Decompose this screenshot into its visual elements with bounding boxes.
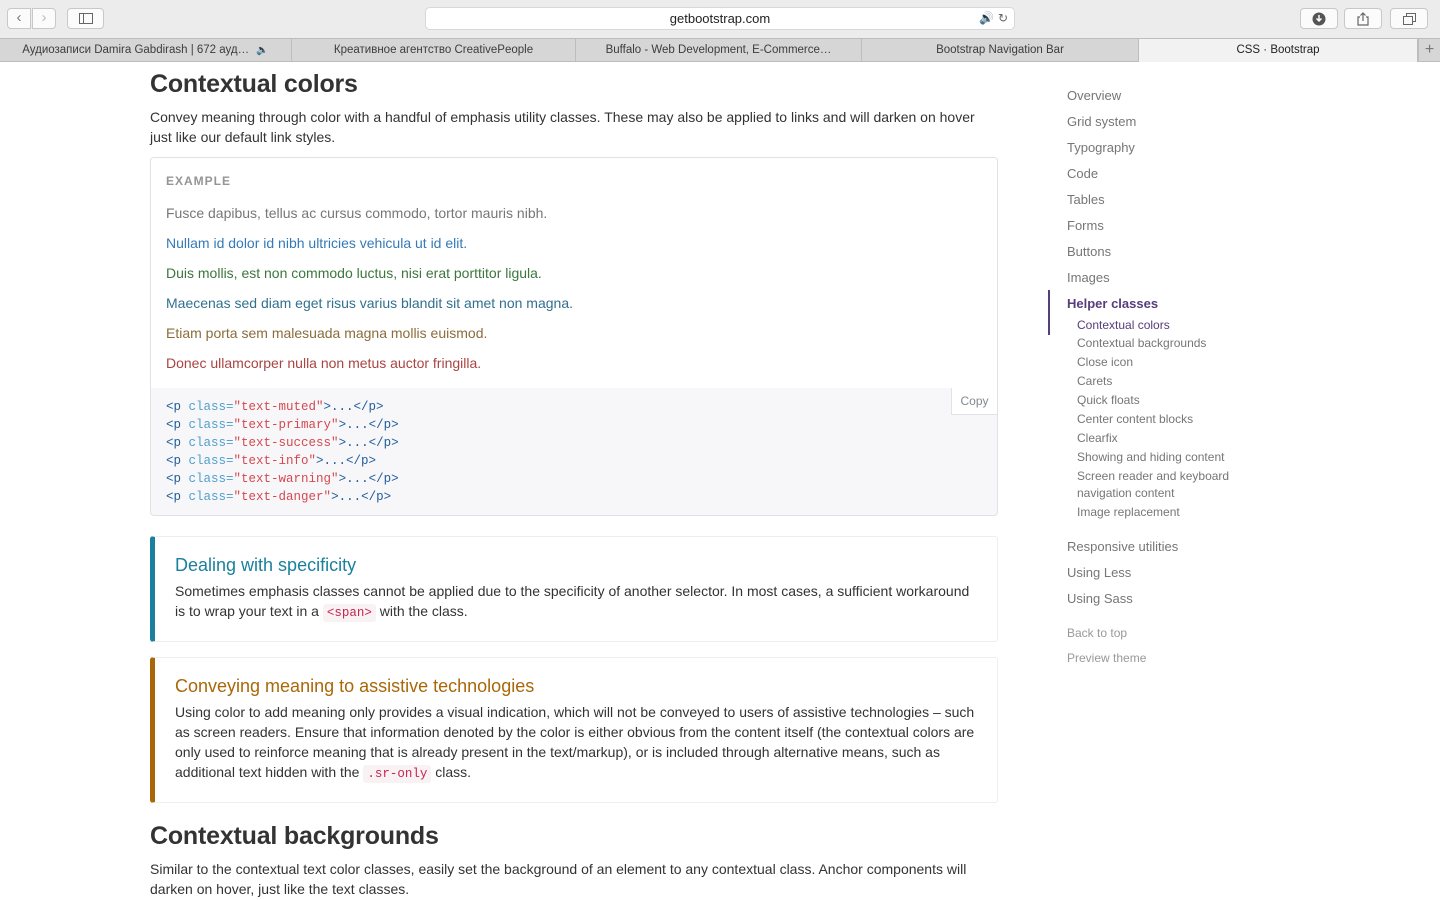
sidebar-item-using-less[interactable]: Using Less bbox=[1067, 565, 1131, 580]
active-indicator bbox=[1048, 290, 1050, 335]
tab-css-bootstrap[interactable]: CSS · Bootstrap bbox=[1139, 39, 1418, 62]
example-text-muted: Fusce dapibus, tellus ac cursus commodo,… bbox=[166, 205, 548, 221]
example-box: EXAMPLE Fusce dapibus, tellus ac cursus … bbox=[150, 157, 998, 389]
chevron-right-icon: › bbox=[41, 9, 47, 26]
sidebar-subitem-contextual-colors[interactable]: Contextual colors bbox=[1077, 317, 1170, 334]
sidebar-subitem-screen-reader-line2[interactable]: navigation content bbox=[1077, 485, 1174, 502]
tab-title: Креативное агентство CreativePeople bbox=[333, 44, 534, 56]
tab-bootstrap-navbar[interactable]: Bootstrap Navigation Bar bbox=[862, 39, 1139, 62]
tab-buffalo[interactable]: Buffalo - Web Development, E-Commerce… bbox=[576, 39, 862, 62]
callout-text: Sometimes emphasis classes cannot be app… bbox=[175, 583, 970, 622]
tab-bar: Аудиозаписи Damira Gabdirash | 672 ауд… … bbox=[0, 38, 1440, 62]
reload-icon[interactable]: ↻ bbox=[998, 11, 1008, 25]
tabs-overview-button[interactable] bbox=[1390, 8, 1428, 29]
forward-button[interactable]: › bbox=[32, 8, 56, 29]
tab-audio[interactable]: Аудиозаписи Damira Gabdirash | 672 ауд… … bbox=[0, 39, 292, 62]
sidebar-item-responsive-utilities[interactable]: Responsive utilities bbox=[1067, 539, 1178, 554]
code-line: <p class="text-danger">...</p> bbox=[166, 490, 392, 504]
sidebar-item-forms[interactable]: Forms bbox=[1067, 218, 1104, 233]
plus-icon: + bbox=[1424, 41, 1435, 58]
sidebar-item-overview[interactable]: Overview bbox=[1067, 88, 1121, 103]
tab-creativepeople[interactable]: Креативное агентство CreativePeople bbox=[292, 39, 576, 62]
callout-text: Using color to add meaning only provides… bbox=[175, 704, 975, 783]
sidebar-subitem-image-replacement[interactable]: Image replacement bbox=[1077, 504, 1180, 521]
browser-toolbar: ‹ › getbootstrap.com 🔊 ↻ bbox=[0, 0, 1440, 38]
speaker-icon[interactable]: 🔈 bbox=[256, 45, 268, 56]
share-button[interactable] bbox=[1344, 8, 1382, 29]
back-button[interactable]: ‹ bbox=[7, 8, 31, 29]
sidebar-item-images[interactable]: Images bbox=[1067, 270, 1110, 285]
sidebar-item-tables[interactable]: Tables bbox=[1067, 192, 1105, 207]
share-icon bbox=[1357, 12, 1369, 26]
code-line: <p class="text-primary">...</p> bbox=[166, 418, 399, 432]
tab-title: Buffalo - Web Development, E-Commerce… bbox=[605, 44, 832, 56]
back-to-top-link[interactable]: Back to top bbox=[1067, 626, 1127, 640]
next-section-title: Contextual backgrounds bbox=[150, 822, 439, 850]
example-text-info: Maecenas sed diam eget risus varius blan… bbox=[166, 295, 573, 311]
next-section-intro: Similar to the contextual text color cla… bbox=[150, 861, 967, 897]
sidebar-icon bbox=[78, 13, 93, 24]
example-text-danger: Donec ullamcorper nulla non metus auctor… bbox=[166, 355, 482, 371]
code-lines: <p class="text-muted">...</p> <p class="… bbox=[166, 398, 399, 506]
sidebar-item-helper-classes[interactable]: Helper classes bbox=[1067, 296, 1158, 311]
sidebar-subitem-screen-reader[interactable]: Screen reader and keyboard bbox=[1077, 468, 1229, 485]
sidebar-subitem-contextual-backgrounds[interactable]: Contextual backgrounds bbox=[1077, 335, 1206, 352]
sidebar-subitem-close-icon[interactable]: Close icon bbox=[1077, 354, 1133, 371]
sidebar-subitem-carets[interactable]: Carets bbox=[1077, 373, 1112, 390]
code-block: Copy <p class="text-muted">...</p> <p cl… bbox=[150, 388, 998, 516]
code-line: <p class="text-muted">...</p> bbox=[166, 400, 384, 414]
inline-code: <span> bbox=[322, 604, 376, 622]
tab-title: Bootstrap Navigation Bar bbox=[936, 44, 1064, 56]
code-line: <p class="text-success">...</p> bbox=[166, 436, 399, 450]
example-text-success: Duis mollis, est non commodo luctus, nis… bbox=[166, 265, 542, 281]
code-line: <p class="text-info">...</p> bbox=[166, 454, 377, 468]
example-text-warning: Etiam porta sem malesuada magna mollis e… bbox=[166, 325, 488, 341]
sidebar-subitem-showing-hiding[interactable]: Showing and hiding content bbox=[1077, 449, 1224, 466]
sidebar-item-buttons[interactable]: Buttons bbox=[1067, 244, 1111, 259]
tab-title: Аудиозаписи Damira Gabdirash | 672 ауд… bbox=[22, 44, 250, 56]
sidebar-subitem-clearfix[interactable]: Clearfix bbox=[1077, 430, 1118, 447]
speaker-icon[interactable]: 🔊 bbox=[979, 11, 994, 25]
sidebar-toggle-button[interactable] bbox=[67, 8, 104, 29]
inline-code: .sr-only bbox=[363, 765, 432, 783]
chevron-left-icon: ‹ bbox=[16, 9, 22, 26]
callout-title: Dealing with specificity bbox=[175, 555, 357, 575]
sidebar-item-using-sass[interactable]: Using Sass bbox=[1067, 591, 1133, 606]
callout-specificity: Dealing with specificity Sometimes empha… bbox=[150, 536, 998, 642]
sidebar-item-grid-system[interactable]: Grid system bbox=[1067, 114, 1136, 129]
code-line: <p class="text-warning">...</p> bbox=[166, 472, 399, 486]
download-button[interactable] bbox=[1300, 8, 1338, 29]
callout-assistive: Conveying meaning to assistive technolog… bbox=[150, 657, 998, 803]
new-tab-button[interactable]: + bbox=[1418, 39, 1440, 62]
callout-title: Conveying meaning to assistive technolog… bbox=[175, 676, 535, 696]
example-text-primary: Nullam id dolor id nibh ultricies vehicu… bbox=[166, 235, 468, 251]
sidebar-subitem-quick-floats[interactable]: Quick floats bbox=[1077, 392, 1140, 409]
sidebar-item-typography[interactable]: Typography bbox=[1067, 140, 1135, 155]
tab-title: CSS · Bootstrap bbox=[1236, 44, 1320, 56]
tabs-overview-icon bbox=[1402, 13, 1416, 25]
section-intro: Convey meaning through color with a hand… bbox=[150, 109, 975, 145]
sidebar-subitem-center-content-blocks[interactable]: Center content blocks bbox=[1077, 411, 1193, 428]
url-text: getbootstrap.com bbox=[669, 11, 771, 26]
preview-theme-link[interactable]: Preview theme bbox=[1067, 651, 1146, 665]
section-title: Contextual colors bbox=[150, 70, 358, 98]
download-icon bbox=[1312, 12, 1326, 26]
copy-button[interactable]: Copy bbox=[951, 388, 997, 415]
address-bar[interactable]: getbootstrap.com 🔊 ↻ bbox=[425, 7, 1015, 30]
example-label: EXAMPLE bbox=[166, 174, 232, 188]
sidebar-item-code[interactable]: Code bbox=[1067, 166, 1098, 181]
